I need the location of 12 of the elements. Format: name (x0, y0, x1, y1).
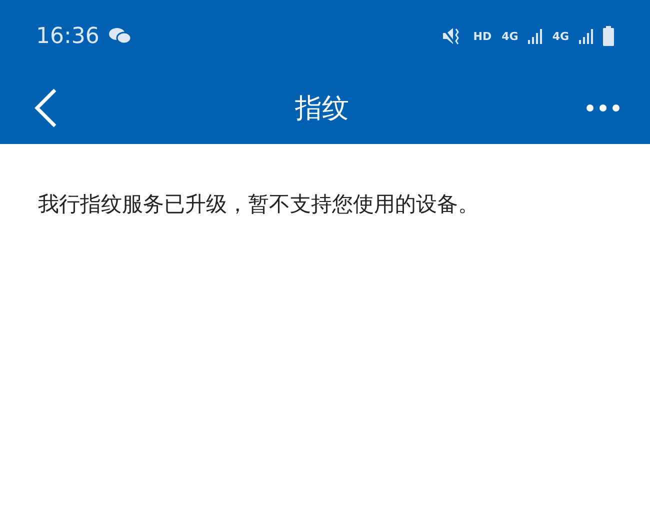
back-icon[interactable] (34, 88, 58, 128)
signal-icon (579, 28, 593, 44)
more-icon[interactable] (586, 104, 620, 112)
network-type: 4G (502, 30, 518, 42)
status-time: 16:36 (36, 24, 100, 48)
signal-icon (528, 28, 542, 44)
notice-message: 我行指纹服务已升级，暂不支持您使用的设备。 (37, 191, 480, 218)
hd-indicator: HD (473, 30, 492, 42)
page-title: 指纹 (295, 92, 349, 126)
chat-icon (109, 27, 132, 45)
battery-icon (603, 26, 614, 46)
network-type: 4G (552, 30, 569, 42)
